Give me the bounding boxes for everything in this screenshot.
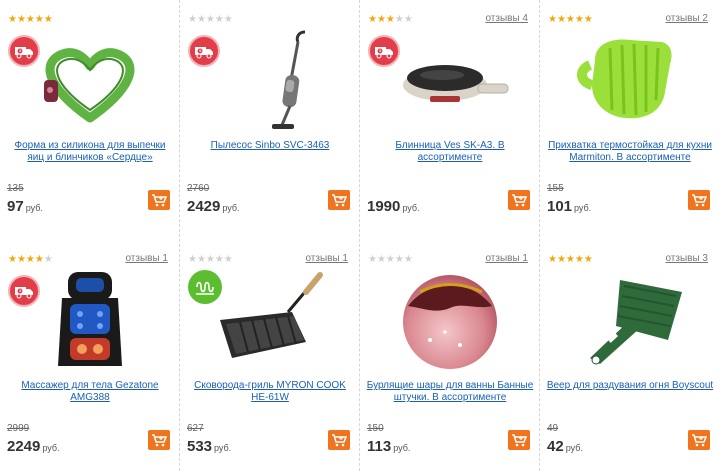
cart-icon bbox=[152, 434, 167, 447]
currency-label: руб. bbox=[565, 443, 583, 453]
product-card[interactable]: ★★★★★ Пылесос Sinbo SVC-3463 2760 2429 ру… bbox=[180, 0, 360, 235]
rating-stars: ★★★★★ bbox=[8, 14, 53, 25]
add-to-cart-button[interactable] bbox=[688, 430, 710, 450]
product-card[interactable]: ★★★★★ отзывы 1 Бурлящие шары для ванны Б… bbox=[360, 240, 540, 471]
cart-icon bbox=[512, 434, 527, 447]
add-to-cart-button[interactable] bbox=[328, 190, 350, 210]
currency-label: руб. bbox=[214, 443, 232, 453]
price-value: 42 bbox=[547, 438, 564, 455]
product-image-grill-pan[interactable] bbox=[210, 270, 330, 370]
product-title-link[interactable]: Массажер для тела Gezatone AMG388 bbox=[6, 380, 174, 404]
reviews-link[interactable]: отзывы 1 bbox=[485, 253, 528, 264]
product-title-link[interactable]: Сковорода-гриль MYRON COOK HE-61W bbox=[186, 380, 354, 404]
rating-stars: ★★★★★ bbox=[368, 254, 413, 265]
product-title-link[interactable]: Пылесос Sinbo SVC-3463 bbox=[186, 140, 354, 152]
product-card[interactable]: ★★★★★ отзывы 3 Веер для раздувания огня … bbox=[540, 240, 720, 471]
current-price: 97 руб. bbox=[7, 198, 43, 215]
current-price: 42 руб. bbox=[547, 438, 583, 455]
product-image-massager[interactable] bbox=[30, 270, 150, 370]
product-card[interactable]: ★★★★★ отзывы 2 Прихватка термостойкая дл… bbox=[540, 0, 720, 235]
cart-icon bbox=[152, 194, 167, 207]
product-card[interactable]: ★★★★★ отзывы 4 Блинница Ves SK-A3. В асс… bbox=[360, 0, 540, 235]
price-value: 2249 bbox=[7, 438, 41, 455]
add-to-cart-button[interactable] bbox=[508, 430, 530, 450]
currency-label: руб. bbox=[222, 203, 240, 213]
rating-stars: ★★★★★ bbox=[548, 254, 593, 265]
reviews-link[interactable]: отзывы 1 bbox=[305, 253, 348, 264]
rating-stars: ★★★★★ bbox=[548, 14, 593, 25]
product-title-link[interactable]: Прихватка термостойкая для кухни Marmito… bbox=[546, 140, 714, 164]
reviews-link[interactable]: отзывы 3 bbox=[665, 253, 708, 264]
currency-label: руб. bbox=[574, 203, 592, 213]
price-value: 2429 bbox=[187, 198, 221, 215]
cart-icon bbox=[332, 434, 347, 447]
old-price: 49 bbox=[547, 423, 559, 434]
current-price: 101 руб. bbox=[547, 198, 591, 215]
product-card[interactable]: ★★★★★ отзывы 1 Массажер для тела Gezaton… bbox=[0, 240, 180, 471]
product-grid: ★★★★★ Форма из силикона для выпечки яиц … bbox=[0, 0, 720, 471]
reviews-link[interactable]: отзывы 1 bbox=[125, 253, 168, 264]
add-to-cart-button[interactable] bbox=[148, 430, 170, 450]
product-image-bath-bomb[interactable] bbox=[390, 270, 510, 370]
rating-stars: ★★★★★ bbox=[188, 254, 233, 265]
current-price: 2249 руб. bbox=[7, 438, 60, 455]
old-price: 135 bbox=[7, 183, 24, 194]
product-image-crepe-maker[interactable] bbox=[390, 30, 510, 130]
price-value: 97 bbox=[7, 198, 24, 215]
currency-label: руб. bbox=[402, 203, 420, 213]
price-value: 533 bbox=[187, 438, 213, 455]
product-image-silicone-heart-mold[interactable] bbox=[30, 30, 150, 130]
product-image-vacuum-cleaner[interactable] bbox=[210, 30, 330, 130]
reviews-link[interactable]: отзывы 4 bbox=[485, 13, 528, 24]
old-price: 627 bbox=[187, 423, 204, 434]
price-value: 101 bbox=[547, 198, 573, 215]
add-to-cart-button[interactable] bbox=[148, 190, 170, 210]
cart-icon bbox=[692, 194, 707, 207]
reviews-link[interactable]: отзывы 2 bbox=[665, 13, 708, 24]
product-title-link[interactable]: Блинница Ves SK-A3. В ассортименте bbox=[366, 140, 534, 164]
current-price: 533 руб. bbox=[187, 438, 231, 455]
product-title-link[interactable]: Веер для раздувания огня Boyscout bbox=[546, 380, 714, 392]
old-price: 2999 bbox=[7, 423, 30, 434]
rating-stars: ★★★★★ bbox=[188, 14, 233, 25]
old-price: 150 bbox=[367, 423, 384, 434]
price-value: 113 bbox=[367, 438, 392, 455]
currency-label: руб. bbox=[393, 443, 411, 453]
current-price: 113 руб. bbox=[367, 438, 410, 455]
rating-stars: ★★★★★ bbox=[8, 254, 53, 265]
price-value: 1990 bbox=[367, 198, 401, 215]
currency-label: руб. bbox=[25, 203, 43, 213]
product-title-link[interactable]: Форма из силикона для выпечки яиц и блин… bbox=[6, 140, 174, 164]
current-price: 2429 руб. bbox=[187, 198, 240, 215]
currency-label: руб. bbox=[42, 443, 60, 453]
product-title-link[interactable]: Бурлящие шары для ванны Банные штучки. В… bbox=[366, 380, 534, 404]
rating-stars: ★★★★★ bbox=[368, 14, 413, 25]
product-card[interactable]: ★★★★★ Форма из силикона для выпечки яиц … bbox=[0, 0, 180, 235]
current-price: 1990 руб. bbox=[367, 198, 420, 215]
product-image-fire-fan[interactable] bbox=[570, 270, 690, 370]
old-price: 2760 bbox=[187, 183, 210, 194]
product-card[interactable]: ★★★★★ отзывы 1 Сковорода-гриль MYRON COO… bbox=[180, 240, 360, 471]
old-price: 155 bbox=[547, 183, 564, 194]
product-image-oven-mitt[interactable] bbox=[570, 30, 690, 130]
cart-icon bbox=[332, 194, 347, 207]
cart-icon bbox=[512, 194, 527, 207]
add-to-cart-button[interactable] bbox=[688, 190, 710, 210]
add-to-cart-button[interactable] bbox=[508, 190, 530, 210]
cart-icon bbox=[692, 434, 707, 447]
add-to-cart-button[interactable] bbox=[328, 430, 350, 450]
